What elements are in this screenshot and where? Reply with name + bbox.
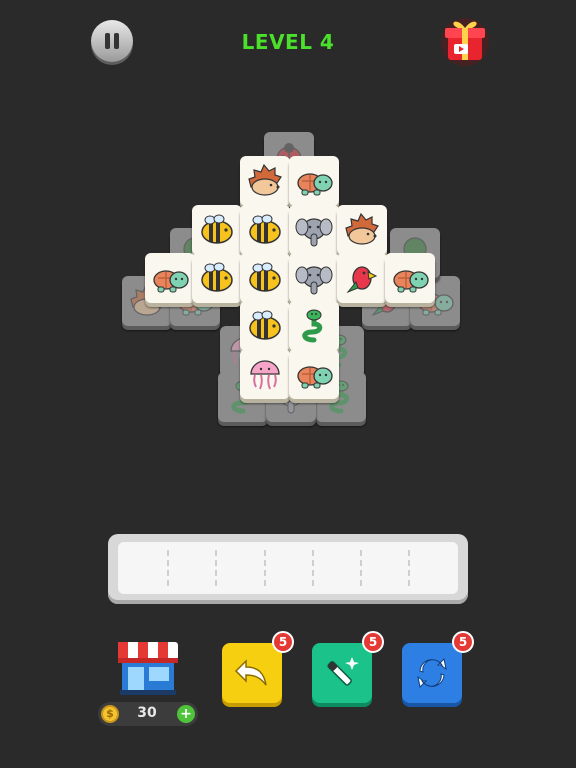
turtle-icon (297, 173, 333, 196)
tile-turtle[interactable] (289, 349, 339, 399)
turtle-icon (393, 270, 429, 293)
elephant-icon (295, 218, 333, 247)
slot-divider (215, 550, 217, 586)
tile-snake[interactable] (289, 301, 339, 351)
tile-elephant[interactable] (289, 205, 339, 255)
bee-icon (249, 214, 281, 244)
undo-count-badge: 5 (272, 631, 294, 653)
shuffle-icon (417, 657, 447, 689)
tile-jellyfish[interactable] (240, 349, 290, 399)
tile-bee[interactable] (192, 253, 242, 303)
snake-icon (302, 309, 323, 343)
hedgehog-icon (248, 163, 282, 196)
tile-turtle[interactable] (385, 253, 435, 303)
undo-icon (234, 659, 267, 686)
jellyfish-icon (250, 360, 280, 390)
tile-turtle[interactable] (145, 253, 195, 303)
tile-hedgehog[interactable] (337, 205, 387, 255)
coin-count: 30 (137, 705, 157, 721)
shop-icon[interactable] (116, 640, 180, 696)
coin-icon: $ (101, 705, 119, 723)
shuffle-count-badge: 5 (452, 631, 474, 653)
bee-icon (249, 310, 281, 340)
parrot-icon (346, 266, 378, 294)
tray-slots (118, 542, 458, 594)
magic-wand-button[interactable] (312, 643, 372, 703)
tile-bee[interactable] (192, 205, 242, 255)
slot-divider (408, 550, 410, 586)
add-coins-button[interactable]: + (177, 705, 195, 723)
shuffle-button[interactable] (402, 643, 462, 703)
magic-count-badge: 5 (362, 631, 384, 653)
slot-divider (360, 550, 362, 586)
elephant-icon (295, 266, 333, 295)
gift-icon[interactable] (440, 14, 490, 66)
turtle-icon (153, 270, 189, 293)
slot-divider (312, 550, 314, 586)
turtle-icon (297, 366, 333, 389)
bee-icon (201, 262, 233, 292)
bee-icon (201, 214, 233, 244)
tile-bee[interactable] (240, 205, 290, 255)
tile-bee[interactable] (240, 301, 290, 351)
magic-wand-icon (327, 657, 359, 686)
slot-divider (167, 550, 169, 586)
tile-elephant[interactable] (289, 253, 339, 303)
tile-hedgehog[interactable] (240, 156, 290, 206)
tile-bee[interactable] (240, 253, 290, 303)
bee-icon (249, 262, 281, 292)
tile-parrot[interactable] (337, 253, 387, 303)
slot-divider (264, 550, 266, 586)
tile-turtle[interactable] (289, 156, 339, 206)
hedgehog-icon (345, 212, 379, 245)
undo-button[interactable] (222, 643, 282, 703)
